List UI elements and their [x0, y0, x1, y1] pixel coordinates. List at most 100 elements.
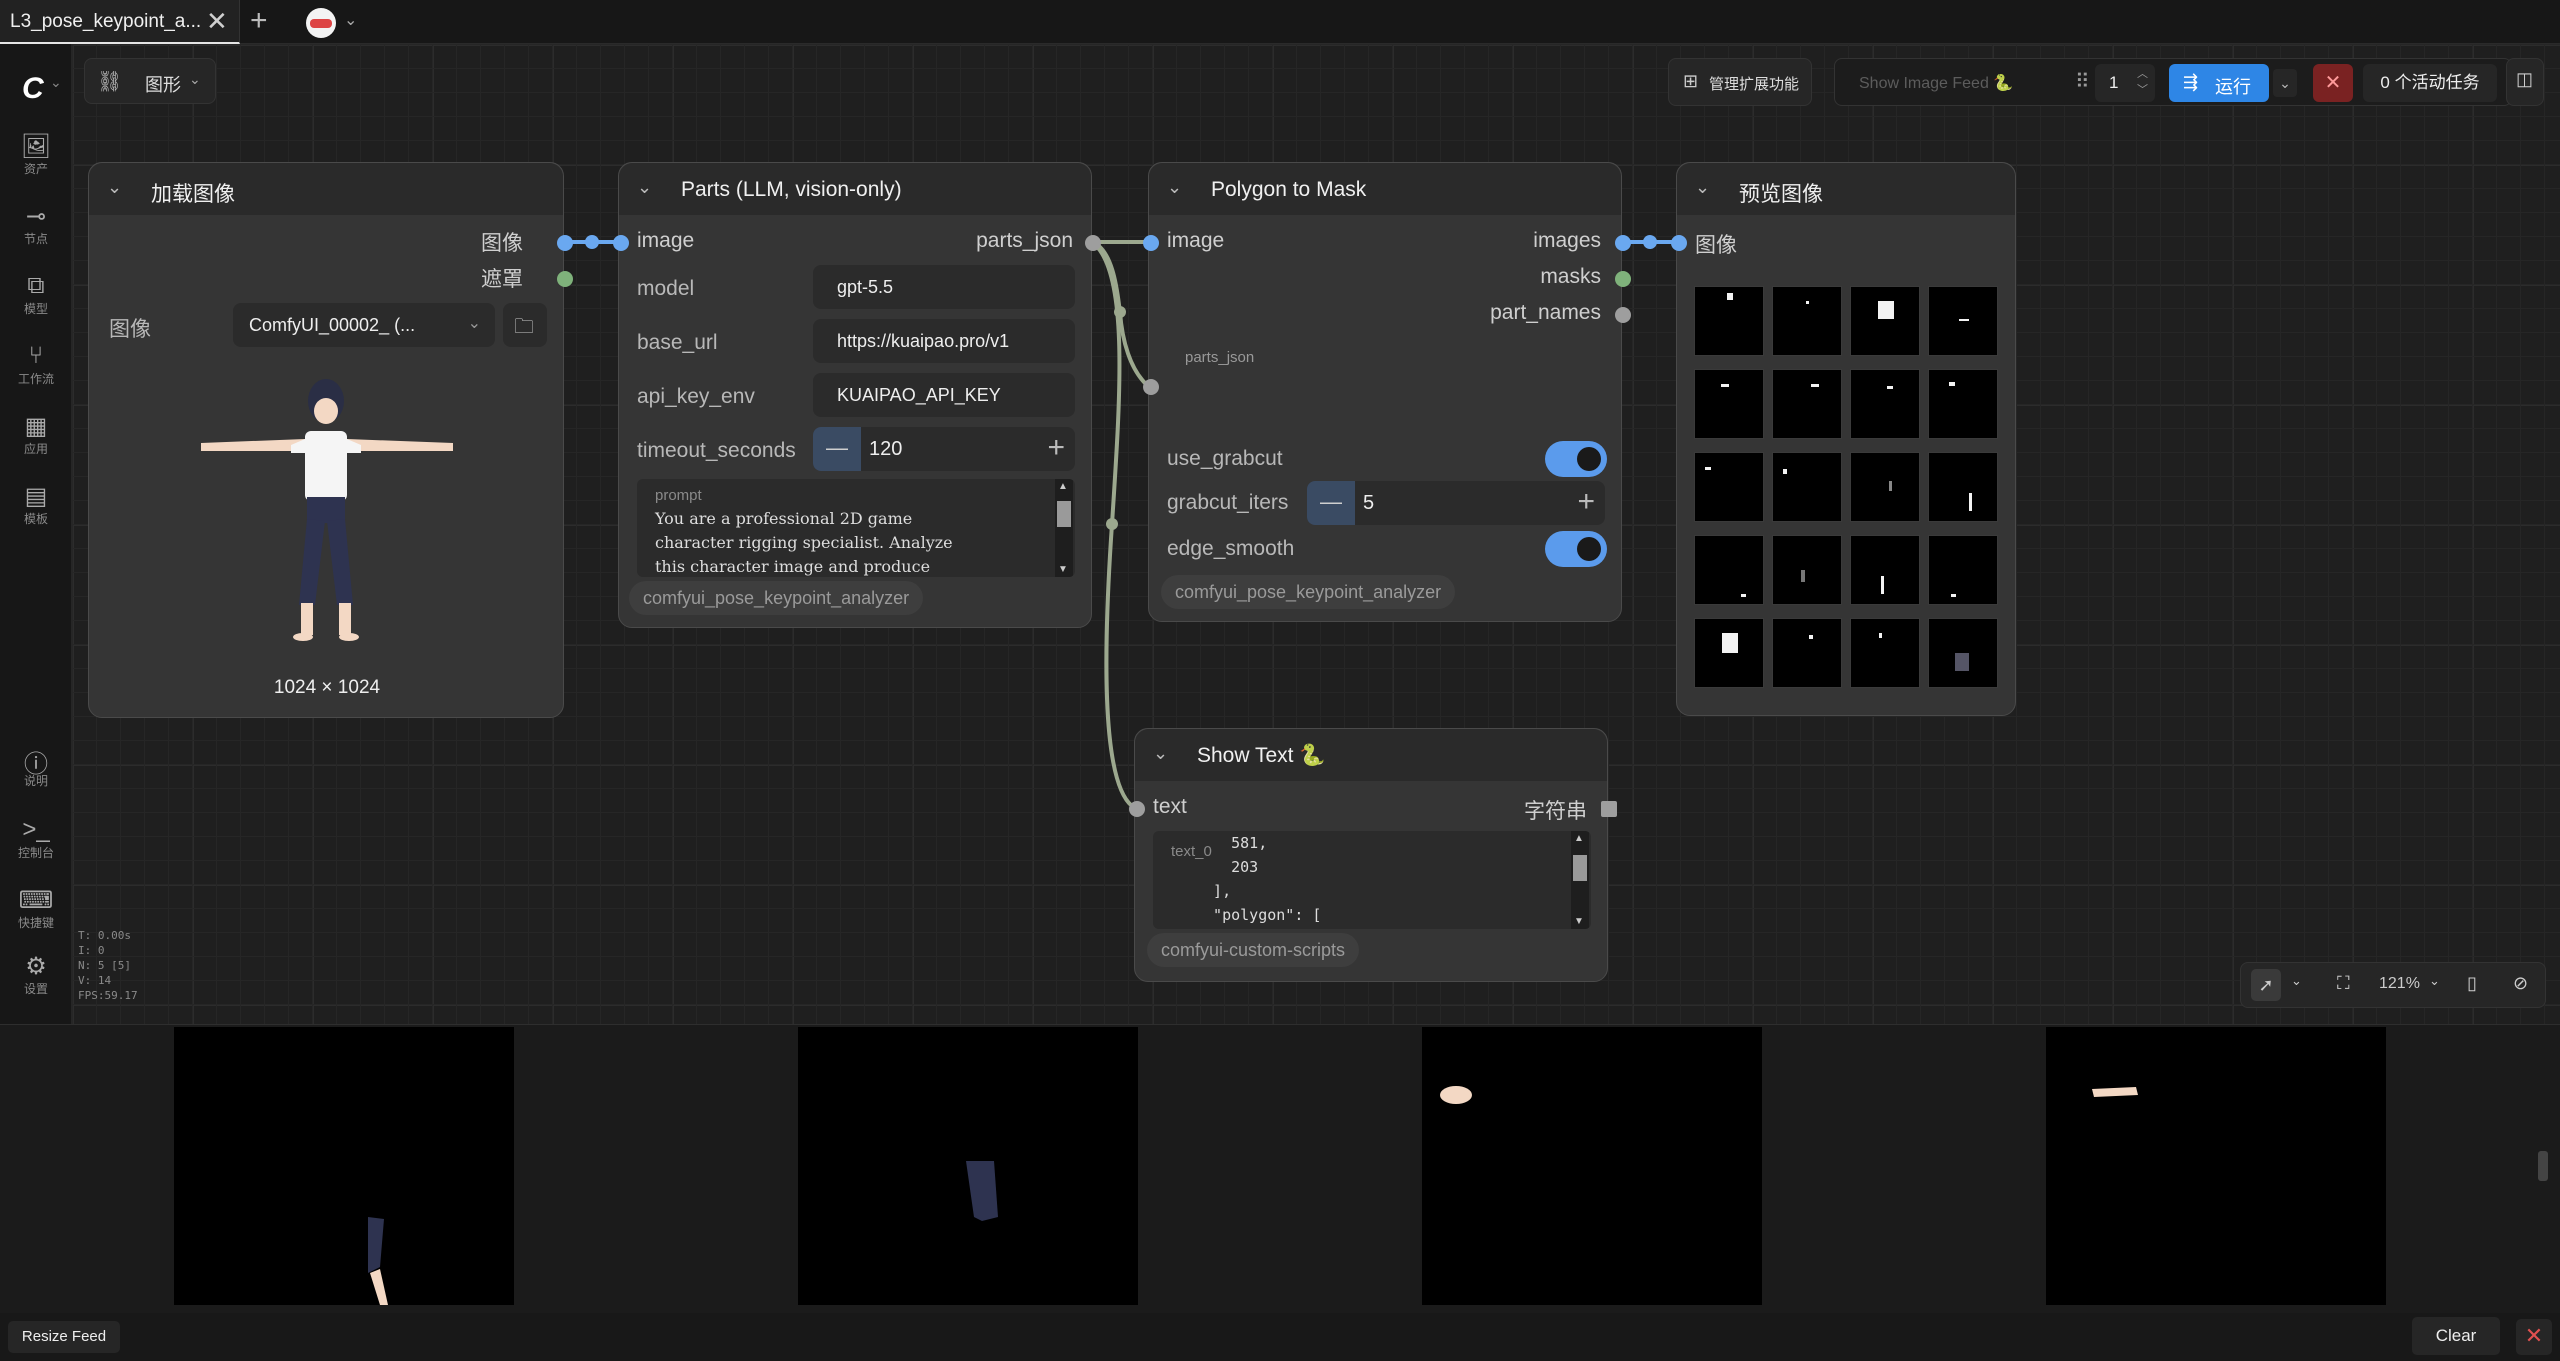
toggle-panel-button[interactable]: ◫ — [2506, 58, 2544, 106]
chevron-down-icon[interactable]: ⌄ — [637, 177, 652, 198]
thumbnail[interactable] — [1850, 369, 1920, 439]
thumbnail[interactable] — [1694, 286, 1764, 356]
resize-feed-button[interactable]: Resize Feed — [8, 1321, 120, 1353]
text-scrollbar[interactable]: ▲ ▼ — [1571, 831, 1589, 929]
base-url-input[interactable]: https://kuaipao.pro/v1 — [813, 319, 1075, 363]
timeout-seconds-stepper[interactable]: — 120 + — [813, 427, 1075, 471]
thumbnail[interactable] — [1850, 618, 1920, 688]
scroll-up-icon[interactable]: ▲ — [1574, 833, 1584, 844]
grabcut-iters-stepper[interactable]: — 5 + — [1307, 481, 1605, 525]
chevron-down-icon[interactable]: ⌄ — [107, 177, 122, 198]
thumbnail[interactable] — [1928, 535, 1998, 605]
up-down-icon[interactable]: ︿ ﹀ — [2137, 66, 2148, 98]
minimap-icon[interactable]: ▯ — [2467, 973, 2477, 994]
use-grabcut-toggle[interactable] — [1545, 441, 1607, 477]
input-slot-image[interactable] — [1671, 235, 1687, 251]
scrollbar-thumb[interactable] — [1057, 501, 1071, 527]
thumbnail[interactable] — [1928, 286, 1998, 356]
chevron-down-icon[interactable]: ⌄ — [1153, 743, 1168, 764]
drag-handle-icon[interactable]: ⠿ — [2075, 69, 2090, 94]
thumbnail[interactable] — [1772, 535, 1842, 605]
input-slot-image[interactable] — [613, 235, 629, 251]
hide-links-icon[interactable]: ⊘ — [2513, 973, 2528, 994]
thumbnail[interactable] — [1772, 369, 1842, 439]
clear-feed-button[interactable]: Clear — [2412, 1317, 2500, 1355]
scrollbar-thumb[interactable] — [1573, 855, 1587, 881]
image-select[interactable]: ComfyUI_00002_ (... ⌄ — [233, 303, 495, 347]
upload-button[interactable]: 🗀 — [503, 303, 547, 347]
thumbnail[interactable] — [1928, 369, 1998, 439]
chevron-down-icon[interactable]: ⌄ — [1167, 177, 1182, 198]
sidebar-item-workflows[interactable]: ⑂ 工作流 — [0, 342, 72, 387]
thumbnail[interactable] — [1850, 286, 1920, 356]
output-slot-images[interactable] — [1615, 235, 1631, 251]
feed-image[interactable] — [174, 1027, 514, 1305]
node-header[interactable]: ⌄ 加载图像 — [89, 163, 563, 215]
avatar[interactable] — [306, 8, 336, 38]
input-slot-image[interactable] — [1143, 235, 1159, 251]
sidebar-item-apps[interactable]: ▦ 应用 — [0, 412, 72, 457]
chevron-down-icon[interactable]: ⌄ — [1695, 177, 1710, 198]
node-header[interactable]: ⌄ Polygon to Mask — [1149, 163, 1621, 215]
show-image-feed-button[interactable]: Show Image Feed 🐍 — [1859, 73, 2013, 93]
manage-extensions-button[interactable]: ⊞ 管理扩展功能 — [1668, 58, 1812, 106]
plus-icon[interactable]: + — [1047, 431, 1065, 465]
chevron-down-icon[interactable]: ⌄ — [344, 10, 357, 30]
api-key-env-input[interactable]: KUAIPAO_API_KEY — [813, 373, 1075, 417]
node-header[interactable]: ⌄ 预览图像 — [1677, 163, 2015, 215]
thumbnail[interactable] — [1694, 618, 1764, 688]
thumbnail[interactable] — [1694, 369, 1764, 439]
prompt-textarea[interactable]: prompt You are a professional 2D game ch… — [637, 479, 1075, 577]
scroll-up-icon[interactable]: ▲ — [1058, 481, 1068, 492]
thumbnail[interactable] — [1928, 618, 1998, 688]
stop-button[interactable]: ✕ — [2313, 64, 2353, 102]
chevron-down-icon[interactable]: ⌄ — [2429, 973, 2440, 989]
output-slot-image[interactable] — [557, 235, 573, 251]
chevron-down-icon[interactable]: ⌄ — [50, 74, 62, 91]
chevron-down-icon[interactable]: ⌄ — [2291, 973, 2302, 989]
output-slot-masks[interactable] — [1615, 271, 1631, 287]
sidebar-item-console[interactable]: >_ 控制台 — [0, 816, 72, 861]
zoom-level[interactable]: 121% — [2379, 975, 2420, 993]
queue-count-stepper[interactable]: 1 ︿ ﹀ — [2095, 64, 2155, 102]
thumbnail[interactable] — [1694, 535, 1764, 605]
edge-smooth-toggle[interactable] — [1545, 531, 1607, 567]
minus-icon[interactable]: — — [813, 427, 861, 471]
pointer-tool-icon[interactable]: ➚ — [2251, 969, 2281, 1001]
plus-icon[interactable]: + — [1577, 485, 1595, 519]
sidebar-item-models[interactable]: ⧉ 模型 — [0, 272, 72, 317]
input-slot-parts-json[interactable] — [1143, 379, 1159, 395]
prompt-scrollbar[interactable]: ▲ ▼ — [1055, 479, 1073, 577]
input-slot-text[interactable] — [1129, 801, 1145, 817]
thumbnail[interactable] — [1772, 286, 1842, 356]
node-parts-llm[interactable]: ⌄ Parts (LLM, vision-only) image parts_j… — [613, 162, 1101, 628]
sidebar-item-shortcuts[interactable]: ⌨ 快捷键 — [0, 886, 72, 931]
node-load-image[interactable]: ⌄ 加载图像 图像 遮罩 图像 ComfyUI_00002_ (... ⌄ 🗀 … — [88, 162, 573, 718]
model-input[interactable]: gpt-5.5 — [813, 265, 1075, 309]
comfy-logo-icon[interactable]: C — [22, 72, 44, 106]
feed-image[interactable] — [1422, 1027, 1762, 1305]
output-slot-mask[interactable] — [557, 271, 573, 287]
close-icon[interactable]: ✕ — [206, 6, 228, 37]
thumbnail[interactable] — [1772, 618, 1842, 688]
scroll-down-icon[interactable]: ▼ — [1574, 916, 1584, 927]
thumbnail[interactable] — [1772, 452, 1842, 522]
close-feed-button[interactable]: ✕ — [2516, 1319, 2552, 1355]
feed-image[interactable] — [2046, 1027, 2386, 1305]
feed-scrollbar[interactable] — [2538, 1151, 2548, 1181]
run-options-chevron-icon[interactable]: ⌄ — [2273, 69, 2297, 97]
scroll-down-icon[interactable]: ▼ — [1058, 564, 1068, 575]
output-slot-string[interactable] — [1601, 801, 1617, 817]
sidebar-item-settings[interactable]: ⚙ 设置 — [0, 952, 72, 997]
sidebar-item-help[interactable]: ⓘ 说明 — [0, 744, 72, 789]
sidebar-item-assets[interactable]: 🖼 资产 — [0, 132, 72, 177]
thumbnail[interactable] — [1850, 535, 1920, 605]
sidebar-item-templates[interactable]: ▤ 模板 — [0, 482, 72, 527]
minus-icon[interactable]: — — [1307, 481, 1355, 525]
fit-view-icon[interactable]: ⛶ — [2337, 973, 2350, 994]
node-header[interactable]: ⌄ Show Text 🐍 — [1135, 729, 1607, 781]
output-slot-part-names[interactable] — [1615, 307, 1631, 323]
active-jobs-button[interactable]: 0 个活动任务 — [2363, 64, 2497, 102]
workflow-tab[interactable]: L3_pose_keypoint_a... ✕ — [0, 0, 240, 44]
node-show-text[interactable]: ⌄ Show Text 🐍 text 字符串 text_0 581, 203 ]… — [1129, 728, 1617, 982]
